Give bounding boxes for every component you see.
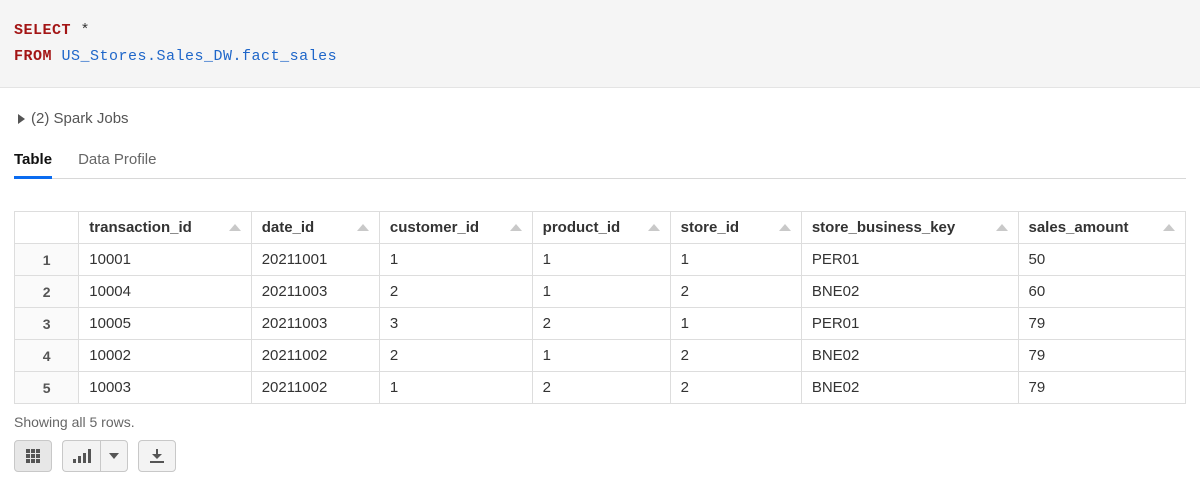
table-row: 3 10005 20211003 3 2 1 PER01 79 bbox=[15, 308, 1186, 340]
col-header-store-business-key[interactable]: store_business_key bbox=[802, 212, 1019, 244]
cell-store-business-key[interactable]: PER01 bbox=[802, 308, 1019, 340]
sort-asc-icon bbox=[1163, 224, 1175, 231]
cell-store-business-key[interactable]: BNE02 bbox=[802, 340, 1019, 372]
cell-date-id[interactable]: 20211002 bbox=[252, 340, 380, 372]
cell-sales-amount[interactable]: 50 bbox=[1019, 244, 1187, 276]
results-grid: transaction_id date_id customer_id produ… bbox=[14, 211, 1186, 404]
caret-right-icon bbox=[18, 114, 25, 124]
sort-asc-icon bbox=[510, 224, 522, 231]
result-toolbar bbox=[14, 440, 1186, 472]
cell-transaction-id[interactable]: 10002 bbox=[79, 340, 251, 372]
chart-view-button[interactable] bbox=[62, 440, 100, 472]
col-header-transaction-id[interactable]: transaction_id bbox=[79, 212, 251, 244]
sql-cell[interactable]: SELECT * FROM US_Stores.Sales_DW.fact_sa… bbox=[0, 0, 1200, 88]
cell-date-id[interactable]: 20211002 bbox=[252, 372, 380, 404]
spark-jobs-label: (2) Spark Jobs bbox=[31, 110, 129, 127]
table-row: 5 10003 20211002 1 2 2 BNE02 79 bbox=[15, 372, 1186, 404]
row-number: 4 bbox=[15, 340, 79, 372]
col-header-product-id[interactable]: product_id bbox=[533, 212, 671, 244]
sort-asc-icon bbox=[996, 224, 1008, 231]
cell-customer-id[interactable]: 1 bbox=[380, 372, 533, 404]
cell-store-id[interactable]: 2 bbox=[671, 372, 802, 404]
grid-icon bbox=[26, 449, 40, 463]
cell-store-id[interactable]: 2 bbox=[671, 340, 802, 372]
col-header-date-id[interactable]: date_id bbox=[252, 212, 380, 244]
result-tabs: Table Data Profile bbox=[14, 145, 1186, 179]
sql-table-ref: US_Stores.Sales_DW.fact_sales bbox=[62, 48, 338, 65]
cell-product-id[interactable]: 1 bbox=[533, 244, 671, 276]
cell-transaction-id[interactable]: 10004 bbox=[79, 276, 251, 308]
cell-transaction-id[interactable]: 10005 bbox=[79, 308, 251, 340]
row-number: 3 bbox=[15, 308, 79, 340]
spark-jobs-toggle[interactable]: (2) Spark Jobs bbox=[18, 110, 1186, 127]
row-number-header bbox=[15, 212, 79, 244]
cell-store-id[interactable]: 1 bbox=[671, 308, 802, 340]
row-number: 5 bbox=[15, 372, 79, 404]
download-icon bbox=[150, 449, 164, 463]
cell-product-id[interactable]: 1 bbox=[533, 276, 671, 308]
sort-asc-icon bbox=[648, 224, 660, 231]
cell-date-id[interactable]: 20211001 bbox=[252, 244, 380, 276]
cell-store-business-key[interactable]: BNE02 bbox=[802, 276, 1019, 308]
chart-menu-button[interactable] bbox=[100, 440, 128, 472]
cell-transaction-id[interactable]: 10001 bbox=[79, 244, 251, 276]
cell-store-business-key[interactable]: PER01 bbox=[802, 244, 1019, 276]
bar-chart-icon bbox=[73, 449, 91, 463]
col-header-store-id[interactable]: store_id bbox=[671, 212, 802, 244]
cell-store-id[interactable]: 2 bbox=[671, 276, 802, 308]
row-count-label: Showing all 5 rows. bbox=[14, 414, 1186, 430]
sort-asc-icon bbox=[779, 224, 791, 231]
table-row: 1 10001 20211001 1 1 1 PER01 50 bbox=[15, 244, 1186, 276]
table-view-button[interactable] bbox=[14, 440, 52, 472]
cell-date-id[interactable]: 20211003 bbox=[252, 308, 380, 340]
table-row: 2 10004 20211003 2 1 2 BNE02 60 bbox=[15, 276, 1186, 308]
row-number: 2 bbox=[15, 276, 79, 308]
cell-store-business-key[interactable]: BNE02 bbox=[802, 372, 1019, 404]
cell-customer-id[interactable]: 2 bbox=[380, 340, 533, 372]
grid-header-row: transaction_id date_id customer_id produ… bbox=[15, 212, 1186, 244]
cell-sales-amount[interactable]: 79 bbox=[1019, 340, 1187, 372]
cell-sales-amount[interactable]: 79 bbox=[1019, 308, 1187, 340]
download-button[interactable] bbox=[138, 440, 176, 472]
col-header-sales-amount[interactable]: sales_amount bbox=[1019, 212, 1187, 244]
cell-transaction-id[interactable]: 10003 bbox=[79, 372, 251, 404]
cell-product-id[interactable]: 2 bbox=[533, 372, 671, 404]
output-area: (2) Spark Jobs Table Data Profile transa… bbox=[0, 88, 1200, 490]
cell-product-id[interactable]: 1 bbox=[533, 340, 671, 372]
cell-customer-id[interactable]: 1 bbox=[380, 244, 533, 276]
sort-asc-icon bbox=[229, 224, 241, 231]
cell-customer-id[interactable]: 2 bbox=[380, 276, 533, 308]
cell-date-id[interactable]: 20211003 bbox=[252, 276, 380, 308]
chevron-down-icon bbox=[109, 453, 119, 459]
cell-customer-id[interactable]: 3 bbox=[380, 308, 533, 340]
sql-keyword-from: FROM bbox=[14, 48, 52, 65]
tab-table[interactable]: Table bbox=[14, 145, 52, 179]
tab-data-profile[interactable]: Data Profile bbox=[78, 145, 156, 179]
cell-sales-amount[interactable]: 60 bbox=[1019, 276, 1187, 308]
table-row: 4 10002 20211002 2 1 2 BNE02 79 bbox=[15, 340, 1186, 372]
cell-store-id[interactable]: 1 bbox=[671, 244, 802, 276]
row-number: 1 bbox=[15, 244, 79, 276]
sql-star: * bbox=[81, 22, 91, 39]
cell-sales-amount[interactable]: 79 bbox=[1019, 372, 1187, 404]
sql-keyword-select: SELECT bbox=[14, 22, 71, 39]
sort-asc-icon bbox=[357, 224, 369, 231]
col-header-customer-id[interactable]: customer_id bbox=[380, 212, 533, 244]
cell-product-id[interactable]: 2 bbox=[533, 308, 671, 340]
